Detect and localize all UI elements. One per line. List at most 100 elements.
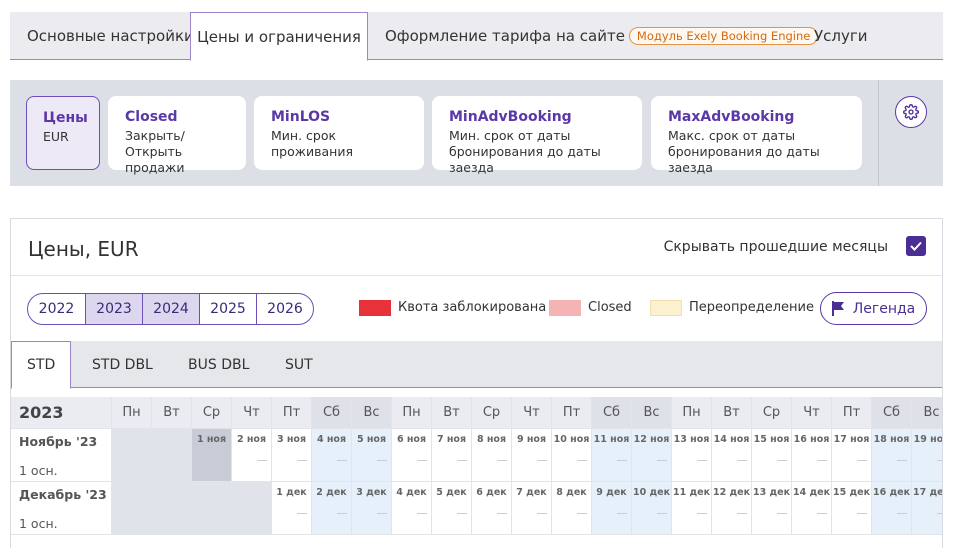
prices-panel: Цены, EUR Скрывать прошедшие месяцы 2022… [10,218,943,548]
day-cell[interactable]: 17 дек [912,482,942,535]
tab-services[interactable]: Услуги [814,12,867,60]
year-option-2026[interactable]: 2026 [256,294,313,324]
day-date: 10 дек [632,487,671,498]
tab-room-std-dbl[interactable]: STD DBL [92,341,153,388]
day-cell[interactable]: 3 дек [352,482,392,535]
legend-swatch-override [650,300,682,316]
year-option-2025[interactable]: 2025 [199,294,256,324]
card-closed-desc-2: продажи [125,160,185,175]
day-cell[interactable]: 2 дек [312,482,352,535]
tab-basic-settings[interactable]: Основные настройки [27,12,194,60]
month-row-label: Ноябрь '23 1 осн. [11,429,112,482]
day-date: 9 ноя [516,434,547,445]
settings-button[interactable] [895,96,927,128]
calendar-year-label: 2023 [11,397,112,429]
legend-button[interactable]: Легенда [820,292,927,325]
day-cell[interactable]: 11 дек [672,482,712,535]
empty-price-dash [777,460,787,461]
legend-button-label: Легенда [852,300,916,317]
card-maxadv-title: MaxAdvBooking [668,109,795,125]
day-cell[interactable]: 15 ноя [752,429,792,482]
empty-price-dash [577,513,587,514]
day-cell[interactable]: 13 дек [752,482,792,535]
tab-prices-restrictions[interactable]: Цены и ограничения [190,12,368,61]
day-cell[interactable]: 6 дек [472,482,512,535]
day-cell[interactable]: 1 дек [272,482,312,535]
card-closed[interactable]: Closed Закрыть/Открыть продажи [108,96,246,175]
day-cell[interactable]: 17 ноя [832,429,872,482]
day-cell[interactable]: 7 дек [512,482,552,535]
day-date: 13 дек [752,487,791,498]
empty-price-dash [497,460,507,461]
day-date: 15 дек [832,487,871,498]
day-date: 16 ноя [793,434,830,445]
empty-price-dash [937,460,942,461]
parameter-cards: Цены EUR Closed Закрыть/Открыть продажи … [10,80,943,186]
tab-room-std[interactable]: STD [11,341,72,389]
day-cell[interactable]: 12 ноя [632,429,672,482]
weekday-header: Чт [232,397,272,429]
day-cell[interactable]: 5 дек [432,482,472,535]
empty-price-dash [937,513,942,514]
day-cell[interactable]: 8 дек [552,482,592,535]
weekday-header: Чт [792,397,832,429]
day-cell[interactable]: 1 ноя [192,429,232,482]
day-cell[interactable]: 19 ноя [912,429,942,482]
legend-label-override: Переопределение [689,300,814,315]
empty-price-dash [497,513,507,514]
tab-room-bus-dbl[interactable]: BUS DBL [188,341,249,388]
day-cell[interactable]: 18 ноя [872,429,912,482]
card-maxadvbooking[interactable]: MaxAdvBooking Макс. срок от даты брониро… [651,96,862,175]
day-cell[interactable]: 15 дек [832,482,872,535]
card-prices[interactable]: Цены EUR [26,96,100,170]
empty-day-cell [112,482,152,535]
empty-price-dash [537,460,547,461]
hide-past-months-checkbox[interactable] [906,236,926,256]
weekday-header: Вт [712,397,752,429]
card-minlos[interactable]: MinLOS Мин. срок проживания [254,96,424,170]
day-cell[interactable]: 11 ноя [592,429,632,482]
day-cell[interactable]: 8 ноя [472,429,512,482]
day-cell[interactable]: 16 ноя [792,429,832,482]
day-cell[interactable]: 4 ноя [312,429,352,482]
empty-price-dash [577,460,587,461]
empty-price-dash [897,513,907,514]
weekday-header: Сб [312,397,352,429]
weekday-header: Пн [672,397,712,429]
tab-room-sut[interactable]: SUT [285,341,313,388]
year-option-2022[interactable]: 2022 [28,294,85,324]
day-date: 3 ноя [276,434,307,445]
day-cell[interactable]: 13 ноя [672,429,712,482]
day-cell[interactable]: 12 дек [712,482,752,535]
legend-label-blocked: Квота заблокирована [398,300,547,315]
day-cell[interactable]: 16 дек [872,482,912,535]
day-cell[interactable]: 2 ноя [232,429,272,482]
day-cell[interactable]: 14 ноя [712,429,752,482]
tab-tariff-design-label: Оформление тарифа на сайте [385,27,625,45]
day-cell[interactable]: 9 дек [592,482,632,535]
tab-tariff-design[interactable]: Оформление тарифа на сайте Модуль Exely … [385,12,819,60]
day-date: 2 дек [316,487,347,498]
day-cell[interactable]: 7 ноя [432,429,472,482]
empty-price-dash [817,513,827,514]
month-row-label: Декабрь '23 1 осн. [11,482,112,535]
day-cell[interactable]: 4 дек [392,482,432,535]
day-cell[interactable]: 3 ноя [272,429,312,482]
card-minadvbooking[interactable]: MinAdvBooking Мин. срок от даты брониров… [432,96,642,175]
day-cell[interactable]: 14 дек [792,482,832,535]
empty-price-dash [337,460,347,461]
day-cell[interactable]: 5 ноя [352,429,392,482]
weekday-header: Пн [112,397,152,429]
year-option-2023[interactable]: 2023 [85,294,142,324]
card-minadv-desc-1: Мин. срок от даты [449,128,571,143]
day-cell[interactable]: 10 ноя [552,429,592,482]
day-cell[interactable]: 9 ноя [512,429,552,482]
empty-day-cell [232,482,272,535]
empty-price-dash [777,513,787,514]
weekday-header: Вт [152,397,192,429]
hide-past-months-label: Скрывать прошедшие месяцы [663,239,888,255]
room-type-tabs: STD STD DBL BUS DBL SUT [11,341,942,389]
year-option-2024[interactable]: 2024 [142,294,199,324]
day-cell[interactable]: 10 дек [632,482,672,535]
day-cell[interactable]: 6 ноя [392,429,432,482]
